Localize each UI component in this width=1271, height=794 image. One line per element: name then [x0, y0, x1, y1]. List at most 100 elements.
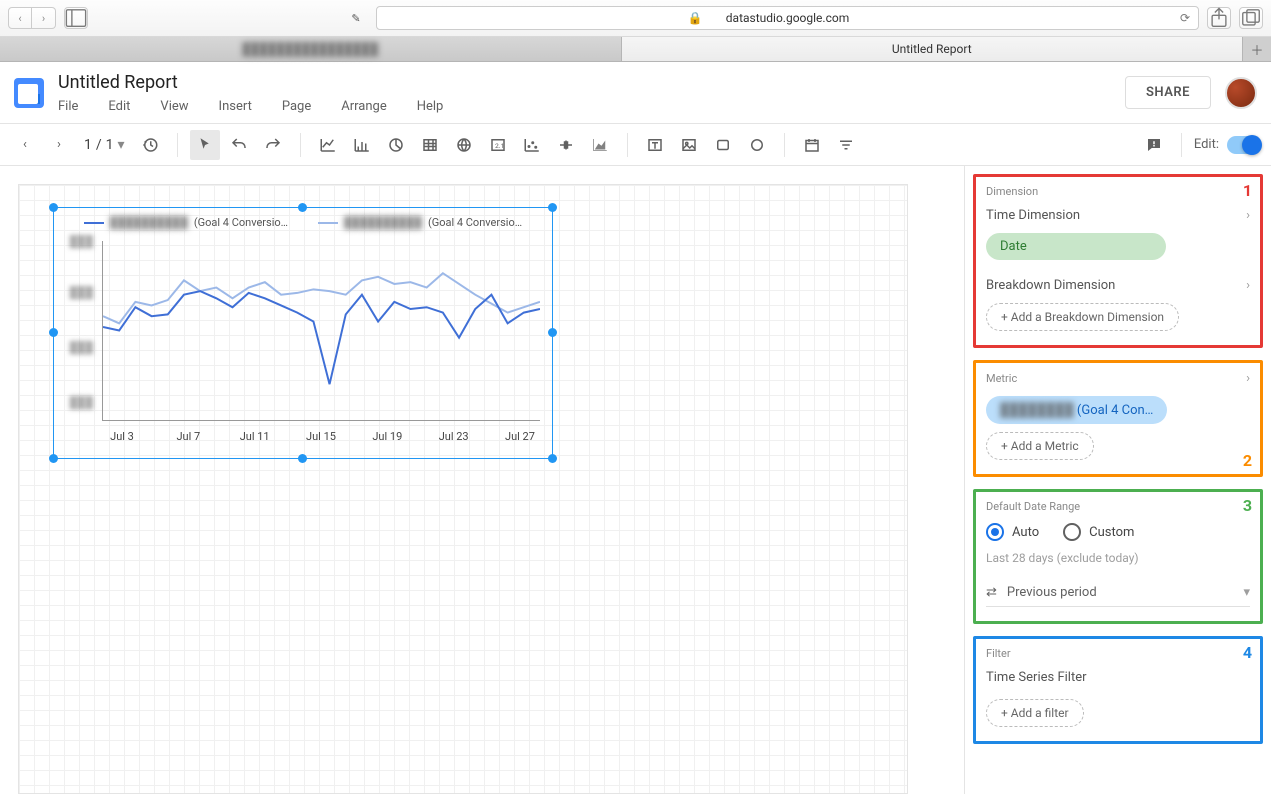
menu-edit[interactable]: Edit [108, 99, 130, 114]
resize-handle[interactable] [49, 454, 58, 463]
sidebar-toggle-button[interactable] [64, 7, 88, 29]
lock-icon: 🔒 [688, 11, 703, 25]
y-tick: ███ [59, 396, 93, 409]
browser-tab-2[interactable]: Untitled Report [622, 37, 1244, 61]
menu-page[interactable]: Page [282, 99, 311, 114]
metric-chip[interactable]: ████████ (Goal 4 Con… [986, 396, 1167, 424]
legend-item-2: ██████████ (Goal 4 Conversio… [318, 216, 522, 229]
share-sheet-button[interactable] [1207, 7, 1231, 29]
bullet-chart-icon[interactable] [551, 130, 581, 160]
scorecard-icon[interactable]: 2.1 [483, 130, 513, 160]
annotation-number: 2 [1243, 451, 1252, 470]
menu-insert[interactable]: Insert [219, 99, 252, 114]
y-tick: ███ [59, 286, 93, 299]
menu-view[interactable]: View [160, 99, 188, 114]
edit-toggle[interactable]: Edit: [1194, 136, 1261, 154]
prev-page-button[interactable]: ‹ [10, 130, 40, 160]
report-title[interactable]: Untitled Report [58, 72, 443, 93]
datastudio-logo-icon [14, 78, 44, 108]
text-tool-icon[interactable] [640, 130, 670, 160]
menu-help[interactable]: Help [417, 99, 444, 114]
geo-chart-icon[interactable] [449, 130, 479, 160]
avatar[interactable] [1225, 77, 1257, 109]
compare-period-select[interactable]: ⇄ Previous period ▾ [986, 585, 1250, 607]
panel-filter: 4 Filter Time Series Filter + Add a filt… [973, 636, 1263, 744]
toggle-switch[interactable] [1227, 136, 1261, 154]
canvas-page[interactable]: ██████████ (Goal 4 Conversio… ██████████… [18, 184, 908, 794]
canvas-area[interactable]: ██████████ (Goal 4 Conversio… ██████████… [0, 166, 964, 794]
new-tab-button[interactable]: ＋ [1243, 37, 1271, 61]
menu-file[interactable]: File [58, 99, 78, 114]
reload-icon[interactable]: ⟳ [1180, 11, 1190, 25]
circle-tool-icon[interactable] [742, 130, 772, 160]
rectangle-tool-icon[interactable] [708, 130, 738, 160]
filter-control-icon[interactable] [831, 130, 861, 160]
resize-handle[interactable] [49, 328, 58, 337]
feedback-icon[interactable] [1139, 130, 1169, 160]
select-tool-icon[interactable] [190, 130, 220, 160]
resize-handle[interactable] [548, 454, 557, 463]
forward-button[interactable]: › [32, 7, 56, 29]
chevron-right-icon: › [1246, 208, 1250, 223]
resize-handle[interactable] [49, 203, 58, 212]
redo-button[interactable] [258, 130, 288, 160]
toolbar: ‹ › 1 / 1 ▾ 2.1 Edit: [0, 124, 1271, 166]
add-metric-button[interactable]: + Add a Metric [986, 432, 1094, 460]
history-icon[interactable] [135, 130, 165, 160]
tabs-button[interactable] [1239, 7, 1263, 29]
undo-button[interactable] [224, 130, 254, 160]
url-host: datastudio.google.com [726, 11, 849, 25]
next-page-button[interactable]: › [44, 130, 74, 160]
chart-legend: ██████████ (Goal 4 Conversio… ██████████… [62, 216, 544, 229]
resize-handle[interactable] [298, 203, 307, 212]
section-label: Default Date Range [986, 500, 1250, 513]
resize-handle[interactable] [548, 203, 557, 212]
selected-chart[interactable]: ██████████ (Goal 4 Conversio… ██████████… [53, 207, 553, 459]
evernote-icon[interactable]: ✎ [344, 7, 368, 29]
app-header: Untitled Report File Edit View Insert Page Ar… [0, 62, 1271, 124]
share-button[interactable]: SHARE [1125, 76, 1211, 109]
chevron-right-icon: › [1246, 371, 1250, 386]
pie-chart-icon[interactable] [381, 130, 411, 160]
bar-chart-icon[interactable] [347, 130, 377, 160]
back-button[interactable]: ‹ [8, 7, 32, 29]
breakdown-dimension-row[interactable]: Breakdown Dimension › [986, 278, 1250, 293]
browser-tabs: ████████████████ Untitled Report ＋ [0, 37, 1271, 62]
table-chart-icon[interactable] [415, 130, 445, 160]
side-panel: 1 Dimension Time Dimension › Date Breakd… [964, 166, 1271, 794]
annotation-number: 1 [1243, 181, 1252, 200]
add-breakdown-button[interactable]: + Add a Breakdown Dimension [986, 303, 1179, 331]
area-chart-icon[interactable] [585, 130, 615, 160]
nav-back-forward: ‹ › [8, 7, 56, 29]
y-tick: ███ [59, 341, 93, 354]
chart: ██████████ (Goal 4 Conversio… ██████████… [62, 216, 544, 450]
title-block: Untitled Report File Edit View Insert Page Ar… [58, 72, 443, 114]
radio-auto[interactable]: Auto [986, 523, 1039, 541]
annotation-number: 4 [1243, 643, 1252, 662]
resize-handle[interactable] [548, 328, 557, 337]
scatter-chart-icon[interactable] [517, 130, 547, 160]
browser-chrome: ‹ › ✎ 🔒 datastudio.google.com ⟳ [0, 0, 1271, 37]
radio-custom[interactable]: Custom [1063, 523, 1134, 541]
metric-row[interactable]: Metric › [986, 371, 1250, 386]
dimension-chip[interactable]: Date [986, 233, 1166, 260]
date-range-summary: Last 28 days (exclude today) [986, 551, 1250, 565]
address-bar[interactable]: 🔒 datastudio.google.com ⟳ [376, 6, 1199, 30]
browser-tab-1[interactable]: ████████████████ [0, 37, 622, 61]
filter-head: Time Series Filter [986, 670, 1250, 685]
add-filter-button[interactable]: + Add a filter [986, 699, 1084, 727]
y-tick: ███ [59, 235, 93, 248]
panel-dimension: 1 Dimension Time Dimension › Date Breakd… [973, 174, 1263, 348]
panel-metric: 2 Metric › ████████ (Goal 4 Con… + Add a… [973, 360, 1263, 477]
section-label: Filter [986, 647, 1250, 660]
image-tool-icon[interactable] [674, 130, 704, 160]
date-range-control-icon[interactable] [797, 130, 827, 160]
chart-plot-area: ███ ███ ███ ███ [102, 241, 540, 421]
page-indicator[interactable]: 1 / 1 ▾ [84, 137, 125, 153]
line-chart-icon[interactable] [313, 130, 343, 160]
compare-arrows-icon: ⇄ [986, 585, 997, 600]
resize-handle[interactable] [298, 454, 307, 463]
legend-item-1: ██████████ (Goal 4 Conversio… [84, 216, 288, 229]
menu-arrange[interactable]: Arrange [341, 99, 386, 114]
time-dimension-row[interactable]: Time Dimension › [986, 208, 1250, 223]
